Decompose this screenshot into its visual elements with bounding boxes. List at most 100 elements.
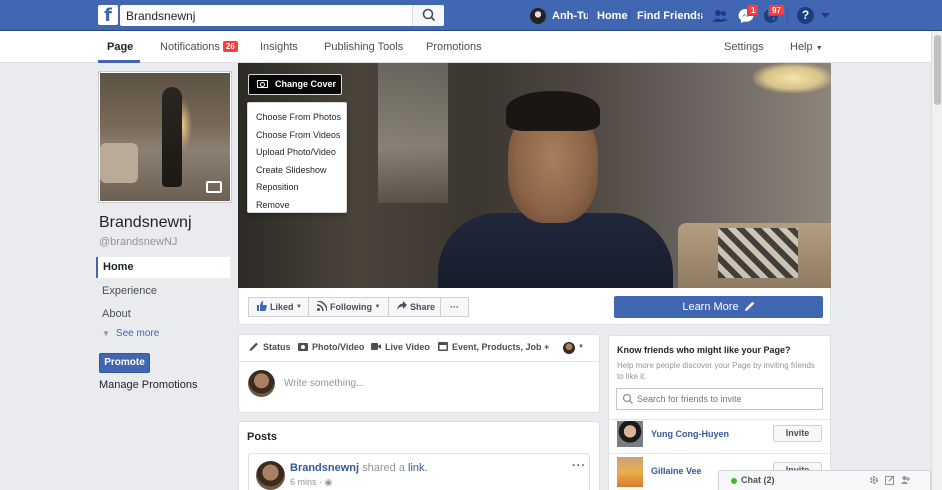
composer-input[interactable]: Write something... <box>284 378 364 389</box>
caret-down-icon: ▼ <box>374 304 381 310</box>
camera-icon[interactable] <box>206 181 222 193</box>
tab-event-products-job[interactable]: Event, Products, Job + <box>438 342 549 352</box>
liked-button[interactable]: Liked ▼ <box>248 297 309 317</box>
post-author-link[interactable]: Brandsnewnj <box>290 462 359 474</box>
tab-photo-video-label: Photo/Video <box>312 342 365 352</box>
create-group-icon[interactable] <box>901 475 911 485</box>
tab-insights[interactable]: Insights <box>260 41 298 53</box>
home-link[interactable]: Home <box>597 10 628 22</box>
avatar[interactable] <box>617 457 643 487</box>
menu-item-choose-from-photos[interactable]: Choose From Photos <box>248 109 346 127</box>
profile-name: Anh-Tu <box>552 10 590 22</box>
camera-icon <box>257 80 268 88</box>
see-more-label: See more <box>115 328 160 339</box>
friend-name-link[interactable]: Yung Cong-Huyen <box>651 429 729 439</box>
photo-detail <box>100 143 138 183</box>
invite-search-input[interactable] <box>637 389 817 409</box>
tab-photo-video[interactable]: Photo/Video <box>298 342 364 352</box>
globe-icon: ◉ <box>324 477 333 487</box>
photo-detail <box>438 213 673 288</box>
manage-promotions-link[interactable]: Manage Promotions <box>99 379 197 391</box>
invite-card-description: Help more people discover your Page by i… <box>617 361 815 381</box>
photo-detail <box>378 63 448 203</box>
learn-more-button[interactable]: Learn More <box>614 296 823 318</box>
divider <box>787 9 788 23</box>
avatar[interactable] <box>256 461 285 490</box>
page-tabs: Page Notifications 26 Insights Publishing… <box>0 31 931 63</box>
profile-link[interactable]: Anh-Tu <box>530 6 590 26</box>
tab-publishing-tools[interactable]: Publishing Tools <box>324 41 403 53</box>
page-username: @brandsnewNJ <box>99 236 178 248</box>
post-as-avatar[interactable] <box>563 342 575 354</box>
post-header: Brandsnewnj shared a link. <box>290 462 428 474</box>
sidebar-item-about[interactable]: About <box>102 308 131 320</box>
post-options-button[interactable]: ··· <box>572 460 586 472</box>
divider <box>629 9 630 23</box>
search-icon <box>422 8 436 22</box>
chat-sidebar-toggle[interactable]: Chat (2) <box>718 470 931 490</box>
active-tab-indicator <box>98 60 140 63</box>
liked-label: Liked <box>270 302 294 312</box>
divider <box>608 419 831 420</box>
photo-detail <box>753 63 831 93</box>
help-icon[interactable]: ? <box>797 7 814 24</box>
tab-notifications-label: Notifications <box>160 41 220 53</box>
search-button[interactable] <box>412 5 444 26</box>
more-actions-button[interactable]: ··· <box>440 297 469 317</box>
invite-card-title: Know friends who might like your Page? <box>617 345 791 355</box>
see-more-link[interactable]: ▼ See more <box>102 328 159 339</box>
sidebar-item-experience[interactable]: Experience <box>102 285 157 297</box>
friend-name-link[interactable]: Gillaine Vee <box>651 466 702 476</box>
profile-picture[interactable] <box>98 71 232 203</box>
facebook-logo-icon[interactable]: f <box>98 5 118 25</box>
tab-settings[interactable]: Settings <box>724 41 764 53</box>
menu-item-upload-photo-video[interactable]: Upload Photo/Video <box>248 144 346 162</box>
divider <box>608 453 831 454</box>
share-button[interactable]: Share <box>388 297 441 317</box>
photo-detail <box>506 91 600 131</box>
video-camera-icon <box>371 343 381 350</box>
avatar[interactable] <box>617 421 643 447</box>
search-box <box>120 5 444 26</box>
sidebar-item-home[interactable]: Home <box>96 257 230 278</box>
tab-status[interactable]: Status <box>249 342 291 352</box>
tab-promotions[interactable]: Promotions <box>426 41 482 53</box>
chevron-down-icon: ▼ <box>102 329 110 338</box>
search-icon <box>622 393 633 404</box>
chevron-down-icon[interactable] <box>820 10 831 21</box>
invite-button[interactable]: Invite <box>773 425 822 442</box>
tab-page[interactable]: Page <box>107 41 133 53</box>
search-input[interactable] <box>120 5 412 26</box>
invite-search-box <box>616 388 823 410</box>
new-message-icon[interactable] <box>885 475 895 485</box>
friend-requests-icon[interactable] <box>711 7 729 25</box>
learn-more-label: Learn More <box>682 301 739 313</box>
menu-item-create-slideshow[interactable]: Create Slideshow <box>248 162 346 180</box>
menu-item-reposition[interactable]: Reposition <box>248 179 346 197</box>
tab-help[interactable]: Help ▼ <box>790 41 823 53</box>
post-link[interactable]: link. <box>408 462 428 474</box>
promote-button[interactable]: Promote <box>99 353 150 373</box>
page-scrollbar[interactable] <box>931 31 942 490</box>
find-friends-link[interactable]: Find Friends <box>637 10 703 22</box>
scrollbar-thumb[interactable] <box>934 35 941 105</box>
following-label: Following <box>330 302 372 312</box>
thumbs-up-icon <box>257 301 267 311</box>
rss-icon <box>316 300 328 312</box>
divider <box>239 361 599 362</box>
menu-item-remove[interactable]: Remove <box>248 197 346 215</box>
divider <box>700 9 701 23</box>
menu-item-choose-from-videos[interactable]: Choose From Videos <box>248 127 346 145</box>
gear-icon[interactable] <box>869 475 879 485</box>
post-time-label: 6 mins · <box>290 477 323 487</box>
notifications-badge: 97 <box>768 4 785 16</box>
tab-live-video[interactable]: Live Video <box>371 342 430 352</box>
caret-down-icon[interactable]: ▼ <box>578 344 584 350</box>
tab-help-label: Help <box>790 41 813 53</box>
tab-notifications[interactable]: Notifications 26 <box>160 41 238 53</box>
chat-label: Chat (2) <box>741 475 775 485</box>
photo-detail <box>162 87 182 187</box>
change-cover-button[interactable]: Change Cover <box>248 74 342 95</box>
following-button[interactable]: Following ▼ <box>308 297 389 317</box>
post-timestamp[interactable]: 6 mins · ◉ <box>290 477 332 488</box>
